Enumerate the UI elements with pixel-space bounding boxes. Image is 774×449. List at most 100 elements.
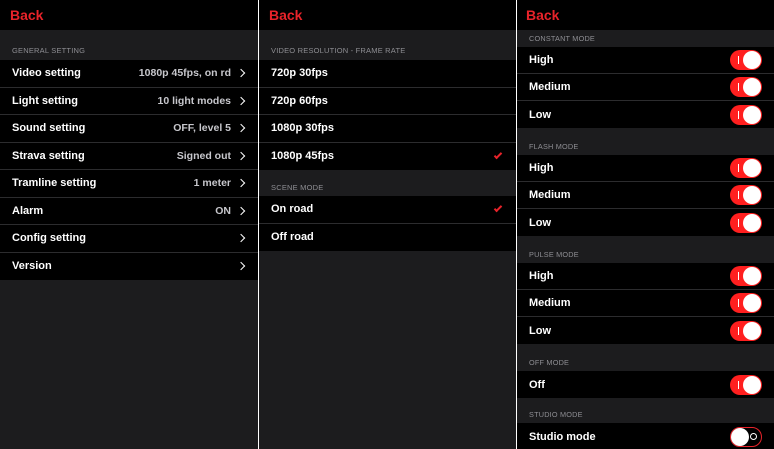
row-version[interactable]: Version (0, 253, 258, 281)
row-label: Config setting (12, 232, 86, 245)
toggle-knob (743, 159, 761, 177)
constant-high-row: High (517, 47, 774, 74)
section-header-studio-mode: STUDIO MODE (529, 410, 583, 419)
light-setting-panel: Back CONSTANT MODE High Medium Low FLASH… (517, 0, 774, 449)
flash-high-row: High (517, 155, 774, 182)
pulse-low-toggle[interactable] (730, 320, 762, 341)
toggle-knob (743, 267, 761, 285)
back-button[interactable]: Back (526, 7, 559, 23)
toggle-on-mark (738, 56, 740, 64)
row-tramline-setting[interactable]: Tramline setting 1 meter (0, 170, 258, 198)
row-light-setting[interactable]: Light setting 10 light modes (0, 88, 258, 115)
row-sound-setting[interactable]: Sound setting OFF, level 5 (0, 115, 258, 143)
section-header-pulse-mode: PULSE MODE (529, 250, 579, 259)
pulse-low-row: Low (517, 317, 774, 344)
studio-mode-row: Studio mode (517, 423, 774, 449)
option-720p-60fps[interactable]: 720p 60fps (259, 88, 516, 115)
toggle-on-mark (738, 272, 740, 280)
row-label: Medium (529, 189, 571, 201)
option-label: 1080p 45fps (271, 150, 334, 163)
row-label: Studio mode (529, 430, 596, 443)
option-label: Off road (271, 231, 314, 244)
constant-low-toggle[interactable] (730, 104, 762, 125)
option-720p-30fps[interactable]: 720p 30fps (259, 60, 516, 88)
checkmark-icon (493, 203, 503, 212)
option-1080p-30fps[interactable]: 1080p 30fps (259, 115, 516, 143)
toggle-knob (743, 51, 761, 69)
pulse-high-toggle[interactable] (730, 266, 762, 286)
row-label: Light setting (12, 94, 78, 107)
toggle-on-mark (738, 110, 740, 119)
section-header-off-mode: OFF MODE (529, 358, 570, 367)
flash-mode-list: High Medium Low (517, 155, 774, 236)
row-video-setting[interactable]: Video setting 1080p 45fps, on rd (0, 60, 258, 88)
chevron-right-icon (236, 262, 246, 271)
back-button[interactable]: Back (269, 7, 302, 23)
general-settings-panel: Back GENERAL SETTING Video setting 1080p … (0, 0, 258, 449)
section-header-general: GENERAL SETTING (12, 46, 86, 55)
video-resolution-list: 720p 30fps 720p 60fps 1080p 30fps 1080p … (259, 60, 516, 170)
option-off-road[interactable]: Off road (259, 224, 516, 252)
chevron-right-icon (236, 69, 246, 78)
option-label: 720p 30fps (271, 67, 328, 80)
constant-mode-list: High Medium Low (517, 47, 774, 128)
row-config-setting[interactable]: Config setting (0, 225, 258, 253)
option-on-road[interactable]: On road (259, 196, 516, 224)
toggle-knob (743, 105, 761, 124)
section-header-constant-mode: CONSTANT MODE (529, 34, 595, 43)
toggle-on-mark (738, 191, 740, 199)
row-label: Medium (529, 81, 571, 93)
row-label: Low (529, 216, 551, 229)
nav-bar: Back (517, 0, 774, 30)
general-settings-list: Video setting 1080p 45fps, on rd Light se… (0, 60, 258, 280)
row-label: High (529, 54, 554, 66)
toggle-knob (743, 294, 761, 312)
off-mode-toggle[interactable] (730, 374, 762, 395)
row-label: Low (529, 324, 551, 337)
option-label: 720p 60fps (271, 94, 328, 107)
toggle-knob (743, 375, 761, 394)
toggle-knob (743, 78, 761, 96)
toggle-knob (743, 321, 761, 340)
row-label: Low (529, 108, 551, 121)
toggle-knob (743, 213, 761, 232)
option-label: On road (271, 203, 314, 216)
back-button[interactable]: Back (10, 7, 43, 23)
row-value: Signed out (176, 149, 231, 162)
flash-low-toggle[interactable] (730, 212, 762, 233)
off-row: Off (517, 371, 774, 398)
row-label: High (529, 162, 554, 174)
row-label: Sound setting (12, 122, 86, 135)
section-header-video-resolution: VIDEO RESOLUTION - FRAME RATE (271, 46, 406, 55)
pulse-high-row: High (517, 263, 774, 290)
toggle-on-mark (738, 83, 740, 91)
constant-medium-toggle[interactable] (730, 77, 762, 97)
flash-high-toggle[interactable] (730, 158, 762, 178)
chevron-right-icon (236, 234, 246, 243)
constant-high-toggle[interactable] (730, 50, 762, 70)
chevron-right-icon (236, 96, 246, 105)
option-1080p-45fps[interactable]: 1080p 45fps (259, 143, 516, 171)
row-value: ON (215, 204, 231, 217)
toggle-off-mark (750, 433, 757, 440)
section-header-flash-mode: FLASH MODE (529, 142, 579, 151)
chevron-right-icon (236, 151, 246, 160)
toggle-knob (743, 186, 761, 204)
option-label: 1080p 30fps (271, 122, 334, 135)
row-value: 1080p 45fps, on rd (138, 67, 231, 80)
row-label: Strava setting (12, 149, 85, 162)
row-alarm[interactable]: Alarm ON (0, 198, 258, 225)
section-header-scene-mode: SCENE MODE (271, 183, 324, 192)
row-label: Medium (529, 297, 571, 309)
scene-mode-list: On road Off road (259, 196, 516, 251)
toggle-on-mark (738, 164, 740, 172)
chevron-right-icon (236, 206, 246, 215)
studio-mode-list: Studio mode (517, 423, 774, 449)
pulse-medium-toggle[interactable] (730, 293, 762, 313)
flash-medium-toggle[interactable] (730, 185, 762, 205)
chevron-right-icon (236, 124, 246, 133)
row-label: Off (529, 378, 545, 391)
row-value: OFF, level 5 (173, 122, 231, 135)
row-strava-setting[interactable]: Strava setting Signed out (0, 143, 258, 170)
studio-mode-toggle[interactable] (730, 426, 762, 447)
